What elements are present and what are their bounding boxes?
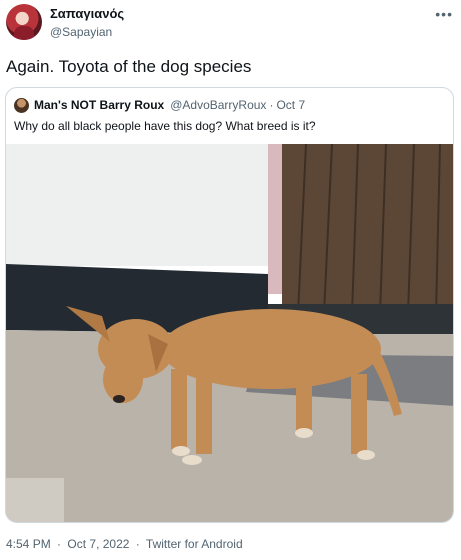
author-display-name[interactable]: Σαπαγιανός: [50, 6, 124, 22]
quoted-tweet-text: Why do all black people have this dog? W…: [14, 119, 316, 133]
quoted-tweet-header: Man's NOT Barry Roux @AdvoBarryRoux · Oc…: [14, 97, 305, 113]
quoted-tweet[interactable]: Man's NOT Barry Roux @AdvoBarryRoux · Oc…: [5, 87, 454, 523]
more-horizontal-icon[interactable]: •••: [435, 6, 453, 22]
tweet-date[interactable]: Oct 7, 2022: [67, 537, 129, 551]
quoted-date: Oct 7: [276, 98, 306, 112]
tweet-text: Again. Toyota of the dog species: [6, 57, 252, 76]
separator-dot: ·: [57, 537, 62, 551]
quoted-avatar: [14, 97, 29, 113]
tweet-time[interactable]: 4:54 PM: [6, 537, 51, 551]
avatar[interactable]: [6, 4, 42, 40]
author-names: Σαπαγιανός @Sapayian: [50, 6, 124, 40]
quoted-display-name: Man's NOT Barry Roux: [34, 98, 165, 112]
tweet-source: Twitter for Android: [145, 537, 243, 551]
dog-photo[interactable]: [6, 144, 454, 523]
author-handle[interactable]: @Sapayian: [50, 24, 124, 40]
separator-dot: ·: [135, 537, 140, 551]
separator-dot: ·: [269, 98, 274, 112]
tweet-meta: 4:54 PM · Oct 7, 2022 · Twitter for Andr…: [6, 537, 246, 551]
quoted-handle: @AdvoBarryRoux: [170, 98, 267, 112]
tweet-header: Σαπαγιανός @Sapayian •••: [6, 4, 457, 44]
